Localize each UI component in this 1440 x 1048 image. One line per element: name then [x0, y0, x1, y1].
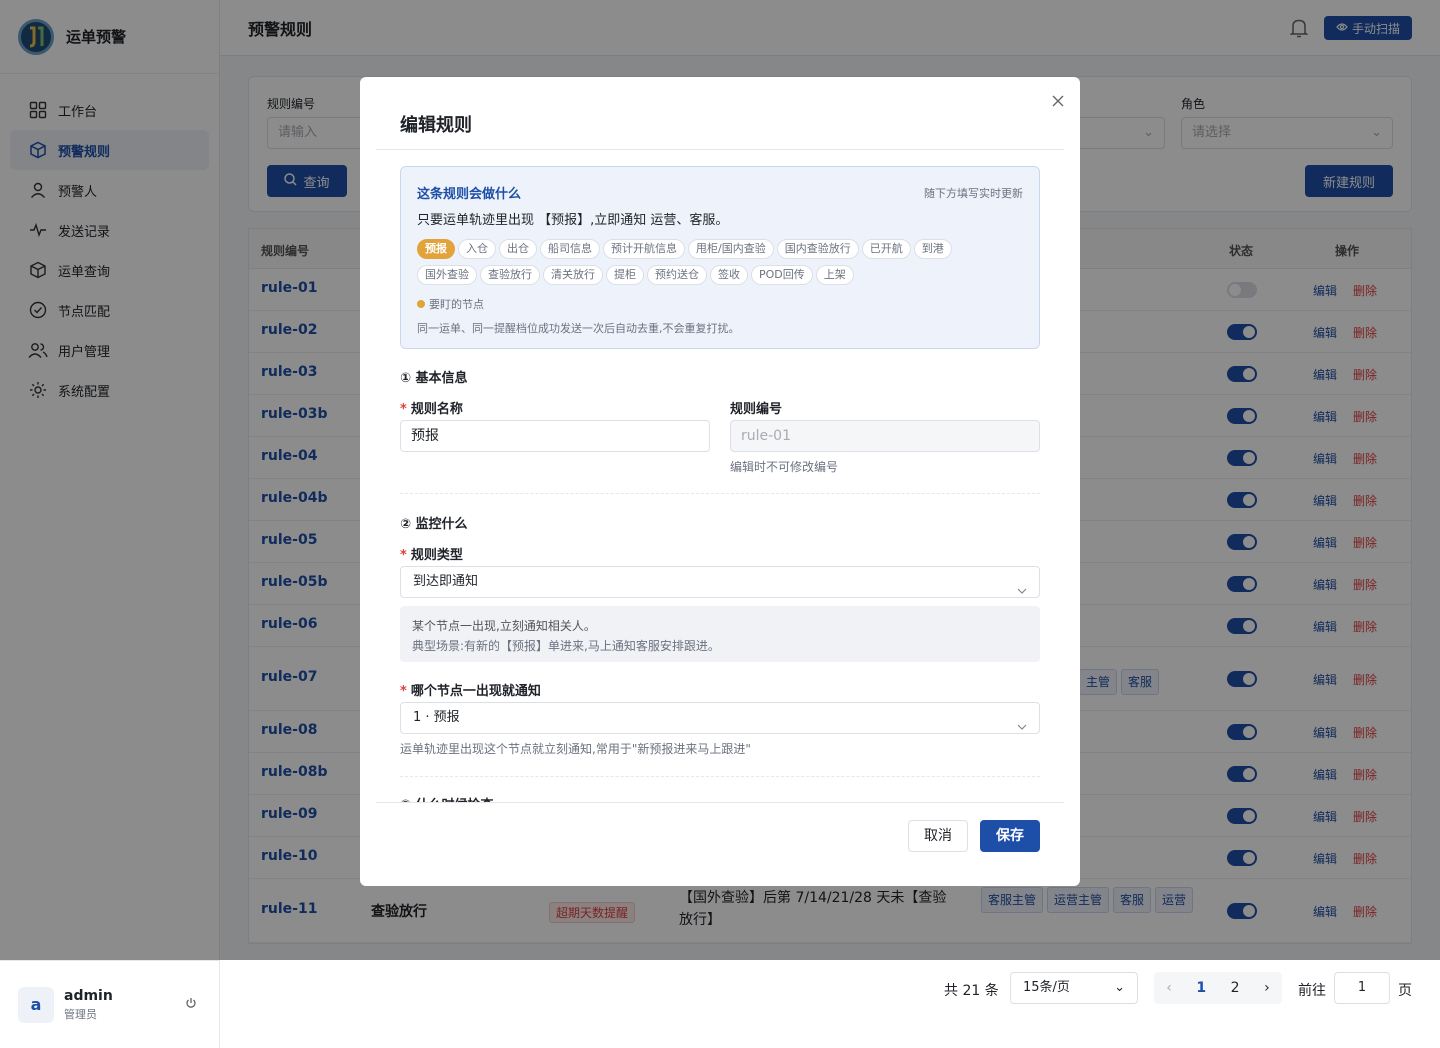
- dialog-title: 编辑规则: [400, 115, 472, 136]
- section-monitor: ② 监控什么: [400, 517, 468, 532]
- rule-name-label: * 规则名称: [400, 402, 463, 417]
- power-icon[interactable]: [185, 997, 197, 1013]
- save-button[interactable]: 保存: [980, 820, 1040, 852]
- rule-no-help: 编辑时不可修改编号: [730, 460, 839, 474]
- dedupe-note: 同一运单、同一提醒档位成功发送一次后自动去重,不会重复打扰。: [417, 322, 740, 335]
- node-chip: 已开航: [861, 239, 911, 259]
- node-chip: 国内查验放行: [776, 239, 859, 259]
- pagination: 共 21 条 15条/页 ⌄ ‹ 1 2 › 前往 1 页: [220, 960, 1440, 1048]
- node-chip: 入仓: [458, 239, 496, 259]
- prev-page-icon[interactable]: ‹: [1166, 980, 1172, 996]
- summary-hint: 随下方填写实时更新: [924, 187, 1023, 200]
- node-chip: 到港: [913, 239, 952, 259]
- node-chip: 出仓: [499, 239, 537, 259]
- chevron-down-icon: [1017, 576, 1027, 606]
- rule-summary-box: 这条规则会做什么 随下方填写实时更新 只要运单轨迹里出现 【预报】,立即通知 运…: [400, 166, 1040, 349]
- node-chip: POD回传: [751, 265, 813, 285]
- goto-label: 前往: [1298, 983, 1326, 999]
- cancel-button[interactable]: 取消: [908, 820, 968, 852]
- node-chip: 签收: [710, 265, 748, 285]
- rule-type-explain: 某个节点一出现,立刻通知相关人。 典型场景:有新的【预报】单进来,马上通知客服安…: [400, 606, 1040, 662]
- node-chip: 预计开航信息: [603, 239, 685, 259]
- legend: 要盯的节点: [417, 296, 484, 312]
- node-chip: 上架: [815, 265, 854, 285]
- section-basic: ① 基本信息: [400, 371, 468, 386]
- node-help: 运单轨迹里出现这个节点就立刻通知,常用于"新预报进来马上跟进": [400, 742, 751, 756]
- node-chip: 预报: [417, 239, 455, 259]
- node-chip: 提柜: [606, 265, 644, 285]
- edit-rule-dialog: 编辑规则 这条规则会做什么 随下方填写实时更新 只要运单轨迹里出现 【预报】,立…: [360, 77, 1080, 886]
- dialog-body: 这条规则会做什么 随下方填写实时更新 只要运单轨迹里出现 【预报】,立即通知 运…: [400, 166, 1040, 802]
- summary-desc: 只要运单轨迹里出现 【预报】,立即通知 运营、客服。: [417, 213, 729, 228]
- page-unit-label: 页: [1398, 983, 1412, 999]
- total-count: 共 21 条: [944, 983, 999, 999]
- chevron-down-icon: [1017, 712, 1027, 742]
- node-label: * 哪个节点一出现就通知: [400, 684, 541, 699]
- rule-type-label: * 规则类型: [400, 548, 463, 563]
- user-role: 管理员: [64, 1007, 97, 1021]
- node-chip: 国外查验: [417, 265, 477, 285]
- next-page-icon[interactable]: ›: [1264, 980, 1270, 996]
- summary-title: 这条规则会做什么: [417, 187, 522, 202]
- node-chips: 预报 入仓 出仓 船司信息 预计开航信息 甩柜/国内查验 国内查验放行 已开航 到港国外查验 查验…: [417, 239, 1017, 291]
- node-chip: 清关放行: [543, 265, 603, 285]
- rule-no-label: 规则编号: [730, 402, 783, 417]
- node-select[interactable]: 1 · 预报: [400, 702, 1040, 734]
- node-chip: 甩柜/国内查验: [688, 239, 774, 259]
- page-size-select[interactable]: 15条/页 ⌄: [1010, 972, 1138, 1004]
- rule-name-input[interactable]: 预报: [400, 420, 710, 452]
- node-chip: 查验放行: [480, 265, 540, 285]
- goto-page-input[interactable]: 1: [1334, 972, 1390, 1004]
- node-chip: 船司信息: [540, 239, 600, 259]
- node-chip: 预约送仓: [647, 265, 707, 285]
- section-when: ③ 什么时候检查: [400, 794, 494, 802]
- page-2-button[interactable]: 2: [1231, 980, 1240, 996]
- user-name: admin: [64, 987, 113, 1004]
- user-panel: a admin 管理员: [0, 960, 219, 1048]
- rule-no-input: rule-01: [730, 420, 1040, 452]
- page-1-button[interactable]: 1: [1196, 980, 1206, 996]
- avatar: a: [18, 986, 54, 1023]
- rule-type-select[interactable]: 到达即通知: [400, 566, 1040, 598]
- close-icon[interactable]: [1052, 91, 1064, 112]
- dot-icon: [417, 300, 425, 308]
- chevron-down-icon: ⌄: [1114, 980, 1125, 995]
- page-buttons: ‹ 1 2 ›: [1154, 972, 1282, 1004]
